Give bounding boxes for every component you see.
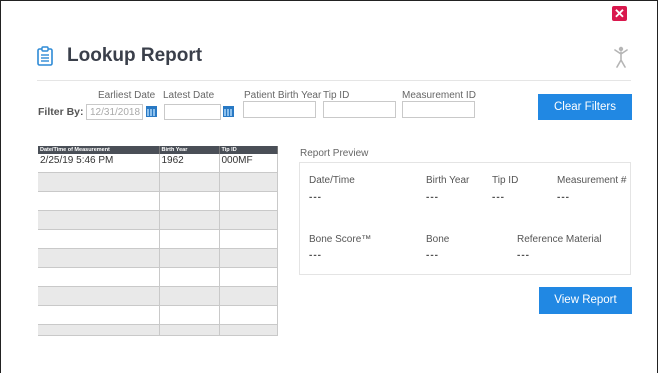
bone-score-label: Bone Score™ bbox=[309, 234, 372, 245]
table-row[interactable]: 2/25/19 5:46 PM 1962 000MF bbox=[38, 154, 278, 173]
bone-score-value: --- bbox=[309, 250, 322, 261]
table-cell bbox=[159, 286, 220, 306]
tip-id-preview-label: Tip ID bbox=[492, 175, 519, 186]
table-cell bbox=[159, 229, 220, 249]
table-cell bbox=[219, 324, 278, 336]
table-cell bbox=[38, 248, 160, 268]
birth-year-input[interactable] bbox=[243, 101, 316, 118]
table-row[interactable] bbox=[38, 305, 278, 325]
measurement-id-label: Measurement ID bbox=[402, 90, 476, 101]
table-cell bbox=[219, 172, 278, 192]
table-cell bbox=[219, 267, 278, 287]
bone-value: --- bbox=[426, 250, 439, 261]
reference-material-label: Reference Material bbox=[517, 234, 602, 245]
bone-label: Bone bbox=[426, 234, 450, 245]
column-header[interactable]: Birth Year bbox=[159, 146, 220, 154]
table-row[interactable] bbox=[38, 229, 278, 249]
page-title: Lookup Report bbox=[67, 45, 203, 66]
close-icon[interactable]: ✕ bbox=[612, 6, 627, 21]
birth-year-value: --- bbox=[426, 192, 439, 203]
table-cell bbox=[38, 305, 160, 325]
calendar-icon[interactable] bbox=[223, 106, 234, 117]
reference-material-value: --- bbox=[517, 250, 530, 261]
latest-date-input[interactable] bbox=[164, 104, 221, 120]
header-divider bbox=[37, 80, 631, 81]
table-cell bbox=[38, 210, 160, 230]
table-cell bbox=[159, 191, 220, 211]
table-row[interactable] bbox=[38, 286, 278, 306]
table-cell bbox=[159, 267, 220, 287]
table-cell bbox=[38, 172, 160, 192]
table-cell bbox=[159, 305, 220, 325]
table-cell: 000MF bbox=[219, 154, 278, 173]
table-row[interactable] bbox=[38, 324, 278, 336]
table-cell: 1962 bbox=[159, 154, 220, 173]
table-cell bbox=[38, 286, 160, 306]
table-row[interactable] bbox=[38, 267, 278, 287]
tip-id-value: --- bbox=[492, 192, 505, 203]
clear-filters-button[interactable]: Clear Filters bbox=[538, 94, 632, 120]
tip-id-input[interactable] bbox=[323, 101, 396, 118]
table-cell bbox=[219, 286, 278, 306]
table-cell bbox=[159, 172, 220, 192]
table-row[interactable] bbox=[38, 248, 278, 268]
table-cell bbox=[219, 305, 278, 325]
latest-date-label: Latest Date bbox=[163, 90, 215, 101]
table-cell bbox=[159, 324, 220, 336]
table-cell bbox=[219, 191, 278, 211]
date-time-label: Date/Time bbox=[309, 175, 355, 186]
table-cell bbox=[38, 324, 160, 336]
person-icon bbox=[614, 46, 628, 68]
measurement-number-value: --- bbox=[557, 192, 570, 203]
table-row[interactable] bbox=[38, 191, 278, 211]
table-header-row: Date/Time of Measurement Birth Year Tip … bbox=[38, 146, 278, 154]
calendar-icon[interactable] bbox=[146, 106, 157, 117]
birth-year-preview-label: Birth Year bbox=[426, 175, 470, 186]
table-cell bbox=[38, 267, 160, 287]
table-cell bbox=[159, 210, 220, 230]
column-header[interactable]: Tip ID bbox=[219, 146, 278, 154]
date-time-value: --- bbox=[309, 192, 322, 203]
tip-id-label: Tip ID bbox=[323, 90, 350, 101]
table-cell: 2/25/19 5:46 PM bbox=[38, 154, 160, 173]
earliest-date-label: Earliest Date bbox=[98, 90, 156, 101]
table-cell bbox=[159, 248, 220, 268]
view-report-button[interactable]: View Report bbox=[539, 287, 632, 314]
table-row[interactable] bbox=[38, 210, 278, 230]
column-header[interactable]: Date/Time of Measurement bbox=[38, 146, 160, 154]
table-cell bbox=[219, 248, 278, 268]
table-cell bbox=[38, 229, 160, 249]
report-preview-title: Report Preview bbox=[300, 148, 369, 159]
table-cell bbox=[219, 210, 278, 230]
table-cell bbox=[219, 229, 278, 249]
table-row[interactable] bbox=[38, 172, 278, 192]
results-table: Date/Time of Measurement Birth Year Tip … bbox=[38, 146, 278, 336]
measurement-number-label: Measurement # bbox=[557, 175, 627, 186]
clipboard-icon bbox=[37, 46, 53, 66]
birth-year-label: Patient Birth Year bbox=[244, 90, 322, 101]
measurement-id-input[interactable] bbox=[402, 101, 475, 118]
earliest-date-input[interactable]: 12/31/2018 bbox=[86, 104, 143, 120]
table-cell bbox=[38, 191, 160, 211]
filter-by-label: Filter By: bbox=[38, 106, 84, 118]
